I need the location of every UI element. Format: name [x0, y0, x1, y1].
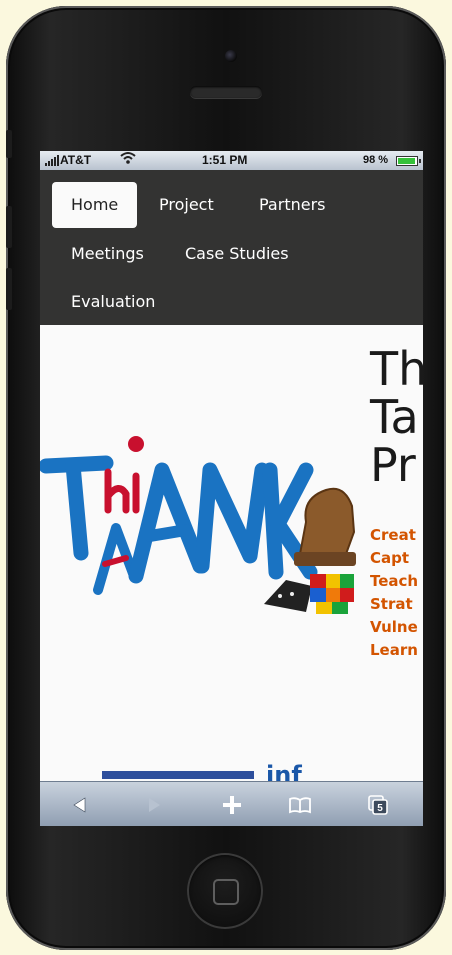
nav-item-meetings[interactable]: Meetings: [71, 231, 144, 277]
nav-item-case-studies[interactable]: Case Studies: [185, 231, 289, 277]
topic-item[interactable]: Creat: [370, 524, 418, 547]
home-square-icon: [213, 879, 239, 905]
nav-item-evaluation[interactable]: Evaluation: [71, 279, 155, 325]
topic-item[interactable]: Learn: [370, 639, 418, 662]
topic-item[interactable]: Capt: [370, 547, 418, 570]
tabs-icon[interactable]: 5: [366, 793, 390, 817]
volume-down-button: [6, 268, 12, 310]
title-line: Pr: [370, 438, 416, 492]
topic-item[interactable]: Vulne: [370, 616, 418, 639]
nav-item-project[interactable]: Project: [159, 182, 214, 228]
signal-icon: [45, 155, 59, 166]
battery-percent: 98 %: [363, 154, 389, 166]
home-button[interactable]: [187, 853, 263, 929]
battery-icon: [396, 156, 421, 166]
wifi-icon: [120, 151, 136, 168]
topic-item[interactable]: Teach: [370, 570, 418, 593]
mute-switch: [6, 130, 12, 158]
title-line: Th: [370, 342, 423, 396]
bookmarks-icon[interactable]: [288, 793, 312, 817]
tabs-count: 5: [377, 803, 383, 814]
clock: 1:51 PM: [202, 153, 248, 167]
front-camera: [225, 50, 237, 62]
browser-toolbar: 5: [40, 781, 423, 826]
status-bar: AT&T 1:51 PM 98 %: [40, 151, 423, 170]
forward-icon[interactable]: [142, 793, 166, 817]
back-icon[interactable]: [68, 793, 92, 817]
topic-item[interactable]: Strat: [370, 593, 418, 616]
screen: AT&T 1:51 PM 98 % Home Project Partners …: [40, 151, 423, 826]
page-title: Th Ta Pr: [370, 345, 423, 489]
partner-logo-peek: [102, 771, 254, 779]
volume-up-button: [6, 206, 12, 248]
carrier-label: AT&T: [60, 153, 92, 167]
nav-item-home[interactable]: Home: [52, 182, 138, 228]
earpiece-speaker: [190, 86, 262, 98]
think-tank-logo: [40, 436, 360, 616]
topic-list: Creat Capt Teach Strat Vulne Learn: [370, 524, 418, 662]
title-line: Ta: [370, 390, 419, 444]
add-icon[interactable]: [220, 793, 244, 817]
main-nav: Home Project Partners Meetings Case Stud…: [40, 170, 423, 325]
nav-item-partners[interactable]: Partners: [259, 182, 325, 228]
